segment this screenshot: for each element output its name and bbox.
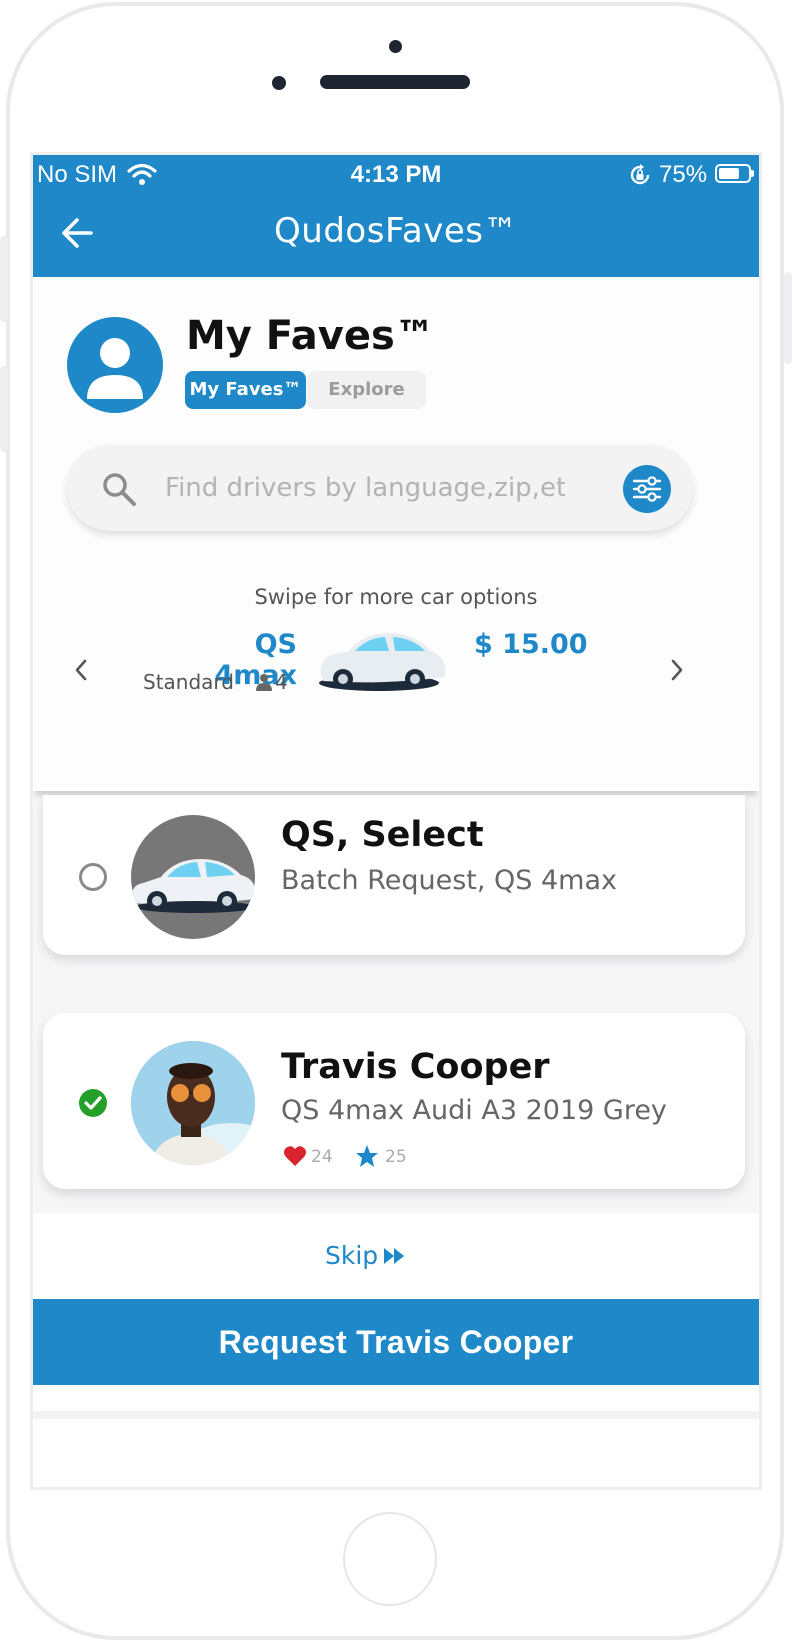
footer: Skip Request Travis Cooper: [33, 1213, 759, 1487]
phone-side-button: [784, 272, 792, 364]
car-image: [131, 859, 255, 913]
tab-my-faves[interactable]: My Faves™: [185, 371, 306, 409]
driver-name: QS, Select: [281, 815, 484, 855]
nav-bar: QudosFaves™: [33, 191, 759, 277]
phone-side-button: [0, 366, 8, 452]
battery-nub: [751, 170, 754, 177]
search-input[interactable]: [163, 467, 567, 509]
skip-link[interactable]: Skip: [325, 1241, 378, 1270]
battery-percent: 75%: [659, 161, 708, 188]
proximity-sensor: [272, 76, 286, 90]
request-driver-button[interactable]: Request Travis Cooper: [33, 1299, 759, 1385]
selected-check-icon[interactable]: [79, 1089, 107, 1117]
battery-icon: [715, 164, 751, 183]
tab-explore[interactable]: Explore: [307, 371, 426, 409]
rotation-lock-icon: [630, 164, 650, 185]
sliders-icon: [632, 476, 662, 502]
front-camera: [389, 40, 402, 53]
fast-forward-icon[interactable]: [383, 1245, 405, 1267]
divider: [33, 1411, 759, 1419]
nav-title: QudosFaves™: [274, 211, 518, 251]
seat-person-icon: [256, 674, 272, 691]
driver-avatar: [131, 815, 255, 939]
like-count: 24: [311, 1147, 333, 1167]
star-count: 25: [385, 1147, 407, 1167]
search-bar[interactable]: [67, 445, 693, 531]
heart-icon: [284, 1146, 306, 1166]
swipe-hint: Swipe for more car options: [254, 585, 538, 609]
driver-subtitle: QS 4max Audi A3 2019 Grey: [281, 1095, 667, 1126]
user-avatar[interactable]: [67, 317, 163, 413]
search-icon: [103, 473, 136, 506]
app-screen: No SIM 4:13 PM 75% QudosFaves™ My Faves™…: [30, 152, 762, 1490]
page-title: My Faves™: [186, 313, 435, 359]
driver-card[interactable]: Travis Cooper QS 4max Audi A3 2019 Grey …: [43, 1013, 745, 1189]
select-radio[interactable]: [79, 863, 107, 891]
chevron-left-icon[interactable]: [69, 655, 93, 685]
home-button[interactable]: [343, 1512, 437, 1606]
person-icon: [87, 338, 143, 399]
driver-name: Travis Cooper: [281, 1047, 550, 1087]
driver-subtitle: Batch Request, QS 4max: [281, 865, 618, 896]
battery-level-fill: [719, 168, 739, 179]
car-image: [319, 633, 445, 691]
driver-card[interactable]: QS, Select Batch Request, QS 4max: [43, 795, 745, 955]
phone-side-button: [0, 236, 8, 322]
star-icon: [356, 1145, 378, 1167]
checkmark-icon: [84, 1096, 102, 1110]
car-option-price: $ 15.00: [474, 629, 588, 660]
car-option-class: Standard: [143, 670, 234, 694]
driver-photo: [131, 1041, 255, 1165]
earpiece-speaker: [320, 75, 470, 89]
status-bar: No SIM 4:13 PM 75%: [33, 155, 759, 191]
car-option-seats: 4: [275, 670, 288, 694]
chevron-right-icon[interactable]: [665, 655, 689, 685]
driver-avatar: [131, 1041, 255, 1165]
header-panel: My Faves™ My Faves™ Explore Find drivers…: [33, 277, 759, 791]
filter-button[interactable]: [623, 465, 671, 513]
